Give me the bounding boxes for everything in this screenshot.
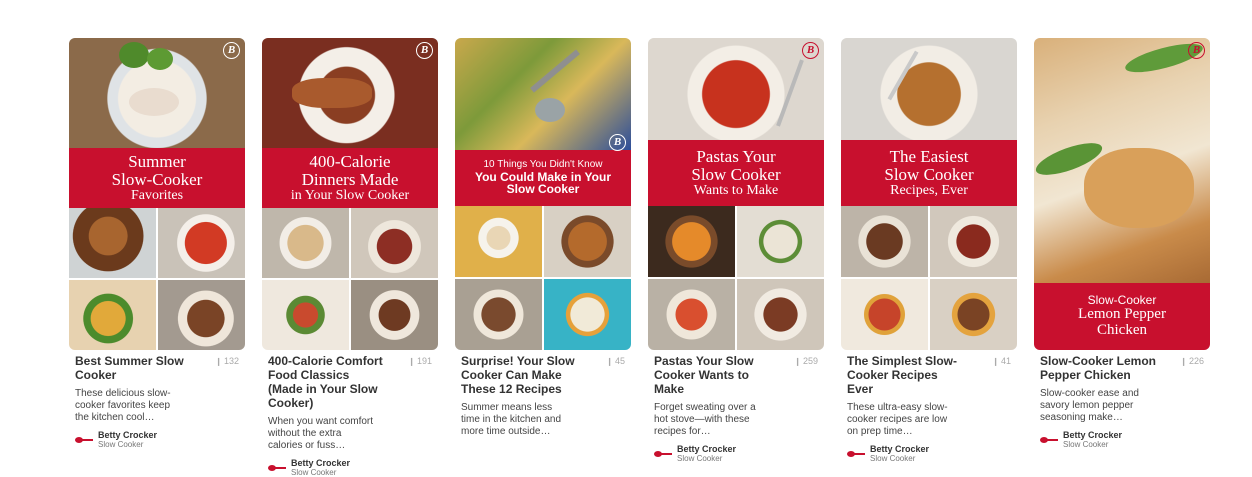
pin-description: These ultra-easy slow-cooker recipes are… [847, 402, 948, 437]
pin-meta: Surprise! Your Slow Cooker Can Make Thes… [455, 350, 631, 438]
betty-crocker-spoon-icon [654, 450, 672, 458]
pin-image[interactable]: 400-Calorie Dinners Made in Your Slow Co… [262, 38, 438, 350]
pinner-name[interactable]: Betty Crocker [677, 445, 736, 454]
pin-meta: 400-Calorie Comfort Food Classics (Made … [262, 350, 438, 477]
pinner-name[interactable]: Betty Crocker [291, 459, 350, 468]
repin-count: ❙ 226 [1180, 356, 1204, 366]
betty-crocker-badge-icon: B [1188, 42, 1205, 59]
pin-title[interactable]: Surprise! Your Slow Cooker Can Make Thes… [461, 354, 579, 396]
pin-meta: Slow-Cooker Lemon Pepper Chicken ❙ 226 Sl… [1034, 350, 1210, 449]
food-photo [455, 38, 631, 150]
title-banner: Pastas Your Slow Cooker Wants to Make [648, 140, 824, 206]
pin-count-icon: ❙ [215, 357, 222, 366]
betty-crocker-spoon-icon [268, 464, 286, 472]
pin-card[interactable]: 400-Calorie Dinners Made in Your Slow Co… [262, 38, 438, 477]
pin-description: Forget sweating over a hot stove—with th… [654, 402, 756, 437]
pin-card[interactable]: 10 Things You Didn't Know You Could Make… [455, 38, 631, 438]
title-banner: 10 Things You Didn't Know You Could Make… [455, 150, 631, 206]
betty-crocker-spoon-icon [75, 436, 93, 444]
pin-attribution[interactable]: Betty Crocker Slow Cooker [654, 445, 818, 463]
food-collage [648, 206, 824, 350]
pin-image[interactable]: Slow-Cooker Lemon Pepper Chicken B [1034, 38, 1210, 350]
pin-grid: Summer Slow-Cooker Favorites B Best Summ… [69, 38, 1210, 477]
pin-meta: Best Summer Slow Cooker ❙ 132 These delic… [69, 350, 245, 449]
pin-description: Slow-cooker ease and savory lemon pepper… [1040, 388, 1139, 423]
betty-crocker-badge-icon: B [416, 42, 433, 59]
food-collage [455, 206, 631, 350]
pin-card[interactable]: Pastas Your Slow Cooker Wants to Make B … [648, 38, 824, 463]
pin-meta: The Simplest Slow-Cooker Recipes Ever ❙ 4… [841, 350, 1017, 463]
pin-image[interactable]: The Easiest Slow Cooker Recipes, Ever [841, 38, 1017, 350]
pin-attribution[interactable]: Betty Crocker Slow Cooker [1040, 431, 1204, 449]
pin-title[interactable]: 400-Calorie Comfort Food Classics (Made … [268, 354, 386, 410]
repin-count: ❙ 259 [794, 356, 818, 366]
pinner-name[interactable]: Betty Crocker [870, 445, 929, 454]
betty-crocker-badge-icon: B [223, 42, 240, 59]
pin-title[interactable]: Slow-Cooker Lemon Pepper Chicken [1040, 354, 1158, 382]
pin-meta: Pastas Your Slow Cooker Wants to Make ❙ 2… [648, 350, 824, 463]
pin-attribution[interactable]: Betty Crocker Slow Cooker [268, 459, 432, 477]
pin-count-icon: ❙ [794, 357, 801, 366]
pinner-name[interactable]: Betty Crocker [98, 431, 157, 440]
pin-image[interactable]: 10 Things You Didn't Know You Could Make… [455, 38, 631, 350]
pin-card[interactable]: Summer Slow-Cooker Favorites B Best Summ… [69, 38, 245, 449]
food-photo [1034, 38, 1210, 283]
betty-crocker-badge-icon: B [609, 134, 626, 151]
pin-count-icon: ❙ [992, 357, 999, 366]
food-collage [69, 208, 245, 350]
pin-image[interactable]: Pastas Your Slow Cooker Wants to Make B [648, 38, 824, 350]
pin-count-icon: ❙ [408, 357, 415, 366]
betty-crocker-spoon-icon [847, 450, 865, 458]
board-name[interactable]: Slow Cooker [98, 440, 157, 449]
pin-card[interactable]: The Easiest Slow Cooker Recipes, Ever Th… [841, 38, 1017, 463]
pin-description: When you want comfort without the extra … [268, 416, 374, 451]
title-banner: Summer Slow-Cooker Favorites [69, 148, 245, 208]
title-banner: Slow-Cooker Lemon Pepper Chicken [1034, 283, 1210, 350]
pin-title[interactable]: Best Summer Slow Cooker [75, 354, 193, 382]
food-photo [648, 38, 824, 140]
betty-crocker-badge-icon: B [802, 42, 819, 59]
top-cut-off-text [0, 0, 1252, 10]
pinner-name[interactable]: Betty Crocker [1063, 431, 1122, 440]
title-banner: 400-Calorie Dinners Made in Your Slow Co… [262, 148, 438, 208]
board-name[interactable]: Slow Cooker [291, 468, 350, 477]
pin-image[interactable]: Summer Slow-Cooker Favorites B [69, 38, 245, 350]
betty-crocker-spoon-icon [1040, 436, 1058, 444]
food-collage [841, 206, 1017, 350]
pin-description: These delicious slow-cooker favorites ke… [75, 388, 171, 423]
food-photo [841, 38, 1017, 140]
board-name[interactable]: Slow Cooker [1063, 440, 1122, 449]
repin-count: ❙ 132 [215, 356, 239, 366]
pin-card[interactable]: Slow-Cooker Lemon Pepper Chicken B Slow-… [1034, 38, 1210, 449]
repin-count: ❙ 191 [408, 356, 432, 366]
title-banner: The Easiest Slow Cooker Recipes, Ever [841, 140, 1017, 206]
food-photo [69, 38, 245, 148]
pin-count-icon: ❙ [1180, 357, 1187, 366]
pin-title[interactable]: The Simplest Slow-Cooker Recipes Ever [847, 354, 965, 396]
pin-attribution[interactable]: Betty Crocker Slow Cooker [847, 445, 1011, 463]
board-name[interactable]: Slow Cooker [677, 454, 736, 463]
board-name[interactable]: Slow Cooker [870, 454, 929, 463]
repin-count: ❙ 41 [992, 356, 1011, 366]
food-photo [262, 38, 438, 148]
pin-description: Summer means less time in the kitchen an… [461, 402, 562, 437]
pin-title[interactable]: Pastas Your Slow Cooker Wants to Make [654, 354, 772, 396]
food-collage [262, 208, 438, 350]
repin-count: ❙ 45 [606, 356, 625, 366]
pin-attribution[interactable]: Betty Crocker Slow Cooker [75, 431, 239, 449]
pin-count-icon: ❙ [606, 357, 613, 366]
